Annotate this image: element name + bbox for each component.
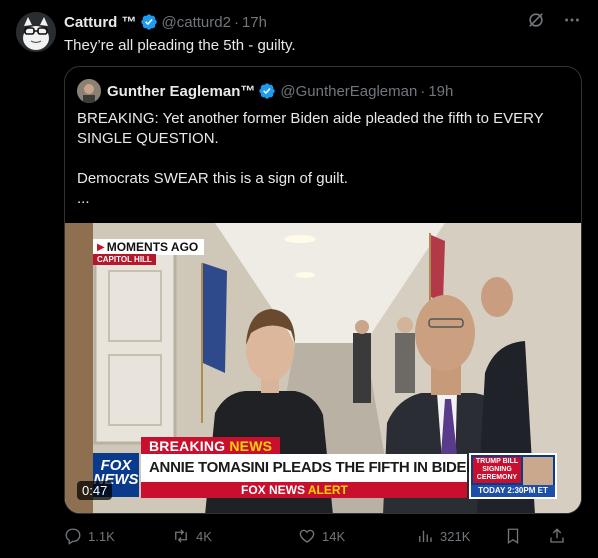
verified-badge-icon: [140, 13, 158, 31]
quote-author-handle[interactable]: @GuntherEagleman: [280, 83, 417, 100]
quoted-tweet[interactable]: Gunther Eagleman™ @GuntherEagleman · 19h…: [64, 66, 582, 514]
tweet-header: Catturd ™ @catturd2 · 17h: [64, 12, 267, 32]
arrow-icon: ▶: [97, 241, 105, 253]
chyron-headline: ANNIE TOMASINI PLEADS THE FIFTH IN BIDEN…: [141, 454, 533, 482]
like-button[interactable]: 14K: [298, 526, 345, 546]
quote-text: BREAKING: Yet another former Biden aide …: [77, 109, 571, 209]
video-duration: 0:47: [77, 481, 113, 500]
reply-icon: [65, 528, 81, 545]
bookmark-icon: [507, 528, 519, 545]
video-player[interactable]: ▶ MOMENTS AGO CAPITOL HILL BREAKING NEWS …: [65, 223, 581, 513]
separator-dot: ·: [420, 82, 426, 100]
verified-badge-icon: [258, 82, 276, 100]
views-count: 321K: [440, 528, 471, 544]
alert-bar: FOX NEWS ALERT: [141, 482, 467, 498]
views-icon: [419, 530, 432, 542]
promo-title: TRUMP BILL SIGNING CEREMONY: [473, 457, 521, 483]
quote-text-line: Democrats SWEAR this is a sign of guilt.: [77, 170, 348, 187]
timestamp[interactable]: 17h: [242, 14, 267, 31]
author-name[interactable]: Catturd ™: [64, 14, 137, 31]
action-bar: 1.1K 4K 14K 321K: [64, 526, 582, 546]
views-button[interactable]: 321K: [416, 526, 470, 546]
repost-count: 4K: [196, 528, 212, 544]
tweet[interactable]: Catturd ™ @catturd2 · 17h They’re all pl…: [0, 0, 598, 558]
breaking-text: BREAKING: [149, 438, 230, 454]
alert-network: FOX NEWS: [241, 483, 308, 497]
share-button[interactable]: [548, 526, 566, 546]
alert-text: ALERT: [307, 483, 348, 497]
news-text: NEWS: [229, 438, 273, 454]
grok-icon[interactable]: [526, 10, 546, 30]
reply-count: 1.1K: [88, 528, 115, 544]
promo-image: [523, 457, 553, 485]
separator-dot: ·: [233, 13, 239, 31]
quote-text-line: BREAKING: Yet another former Biden aide …: [77, 110, 544, 147]
quote-avatar[interactable]: [77, 79, 101, 103]
reply-button[interactable]: 1.1K: [64, 526, 115, 546]
share-icon: [550, 528, 564, 543]
breaking-news-label: BREAKING NEWS: [141, 437, 281, 455]
quote-header: Gunther Eagleman™ @GuntherEagleman · 19h: [77, 79, 453, 103]
tweet-header-icons: [526, 10, 582, 30]
bookmark-button[interactable]: [504, 526, 522, 546]
like-count: 14K: [322, 528, 346, 544]
heart-icon: [299, 529, 315, 543]
moments-ago-label: MOMENTS AGO: [106, 240, 199, 254]
avatar[interactable]: [16, 12, 56, 52]
quote-text-line: ...: [77, 190, 90, 207]
tweet-text: They’re all pleading the 5th - guilty.: [64, 37, 296, 54]
author-handle[interactable]: @catturd2: [162, 14, 231, 31]
quote-timestamp[interactable]: 19h: [428, 83, 453, 100]
moments-ago-banner: ▶ MOMENTS AGO: [93, 239, 205, 255]
repost-icon: [175, 529, 187, 543]
repost-button[interactable]: 4K: [172, 526, 212, 546]
more-options-icon[interactable]: [562, 10, 582, 30]
promo-time: TODAY 2:30PM ET: [471, 485, 555, 497]
promo-box: TRUMP BILL SIGNING CEREMONY TODAY 2:30PM…: [469, 453, 557, 499]
location-label: CAPITOL HILL: [93, 254, 156, 265]
quote-author-name[interactable]: Gunther Eagleman™: [107, 83, 255, 100]
